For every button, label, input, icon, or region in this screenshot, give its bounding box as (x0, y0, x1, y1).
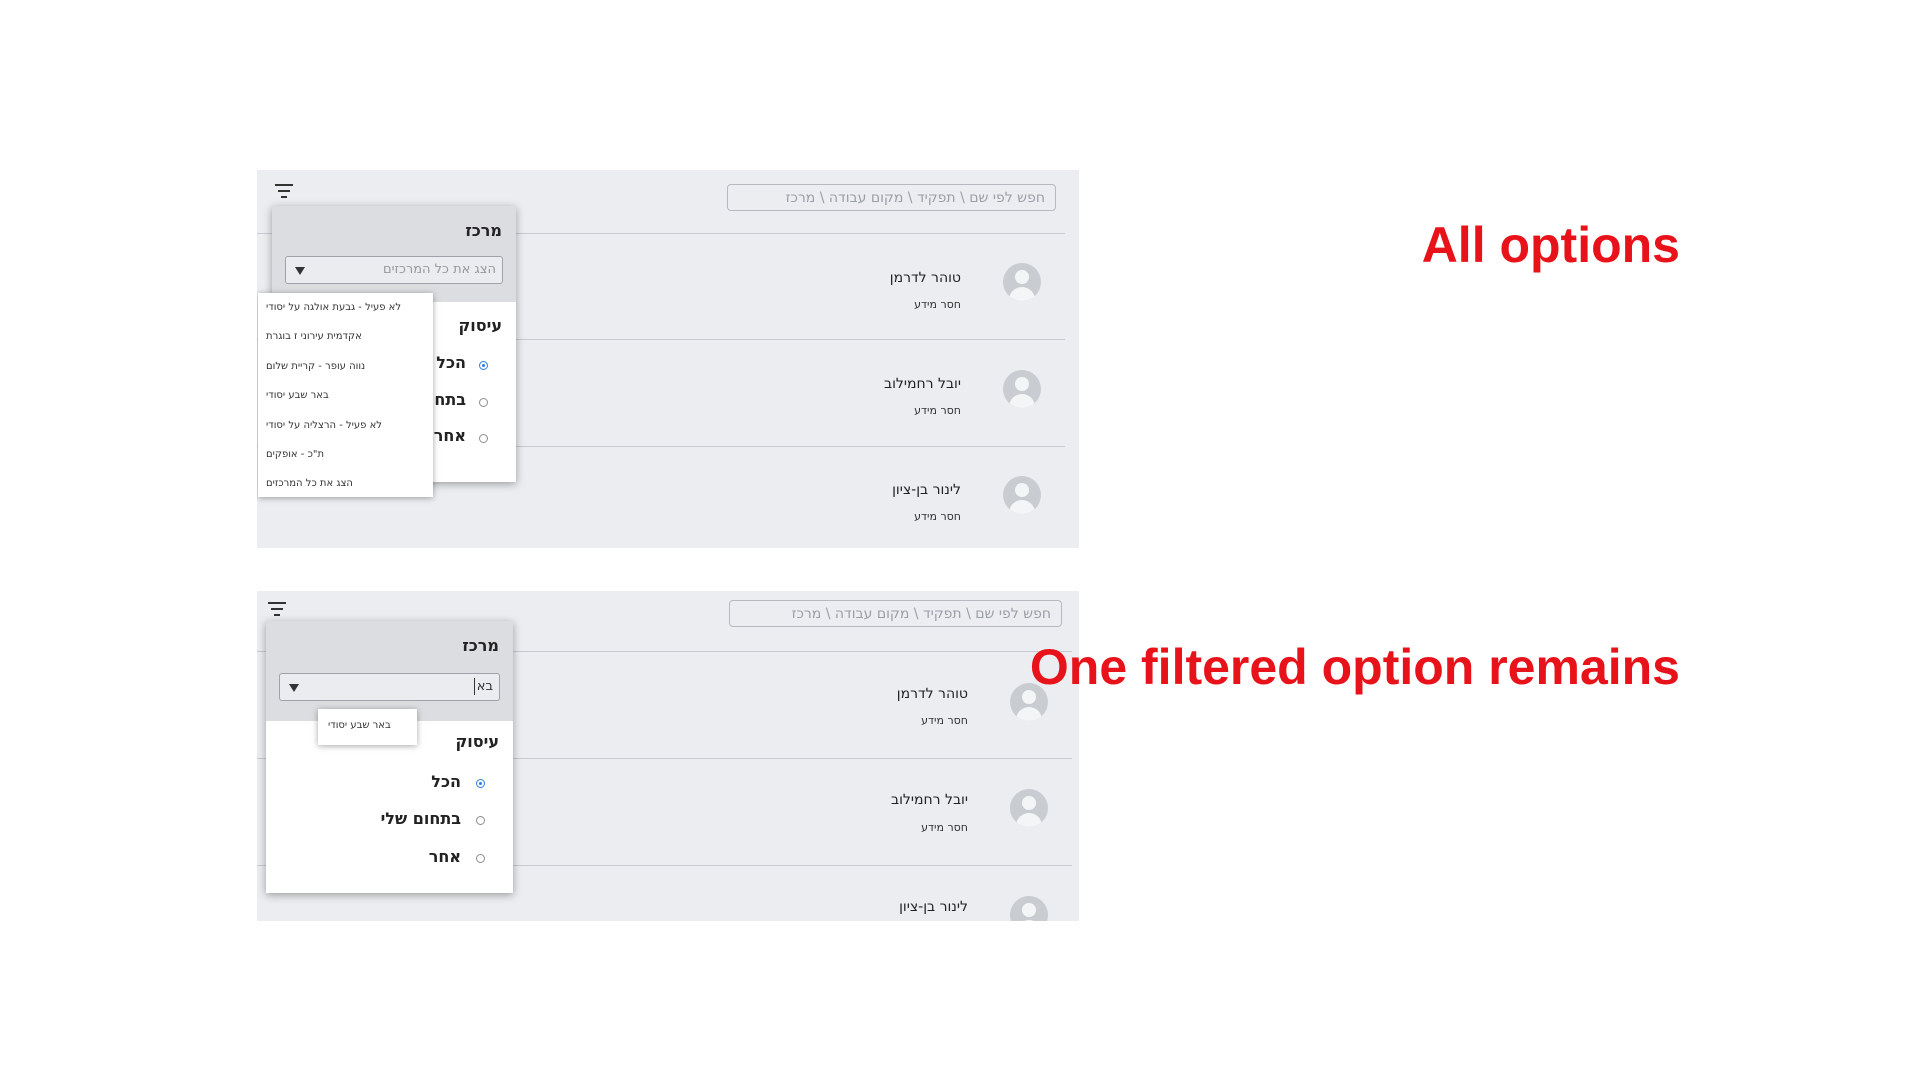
select-placeholder: הצג את כל המרכזים (382, 262, 496, 277)
dropdown-option[interactable]: אקדמית עירוני ז בוגרת (266, 331, 362, 342)
person-status: חסר מידע (914, 404, 961, 417)
person-name: טוהר לדרמן (896, 686, 968, 702)
person-status: חסר מידע (921, 714, 968, 727)
person-name: יובל רחמילוב (884, 376, 961, 392)
dropdown-option[interactable]: ת"כ - אופקים (266, 449, 324, 460)
dropdown-option[interactable]: באר שבע יסודי (266, 390, 329, 401)
avatar (1003, 263, 1041, 301)
person-name: לינור בן-ציון (892, 482, 961, 498)
dropdown-option[interactable]: לא פעיל - גבעת אולגה על יסודי (266, 302, 401, 313)
center-dropdown: באר שבע יסודי (318, 709, 417, 745)
annotation-filtered: One filtered option remains (1029, 639, 1680, 695)
dropdown-option[interactable]: לא פעיל - הרצליה על יסודי (266, 420, 382, 431)
radio-mine[interactable] (476, 816, 485, 825)
radio-all[interactable] (476, 779, 485, 788)
radio-label-other: אחר (433, 426, 466, 445)
person-status: חסר מידע (914, 298, 961, 311)
occupation-title: עיסוק (458, 316, 502, 335)
chevron-down-icon[interactable] (295, 267, 305, 275)
annotation-all-options: All options (1421, 217, 1680, 273)
avatar (1010, 896, 1048, 921)
filter-icon[interactable] (275, 184, 293, 200)
text-cursor (474, 678, 475, 695)
radio-label-other: אחר (428, 847, 461, 866)
radio-mine[interactable] (479, 398, 488, 407)
select-typed-value: בא (476, 679, 493, 694)
radio-all[interactable] (479, 361, 488, 370)
person-status: חסר מידע (921, 821, 968, 834)
filter-panel: מרכז בא עיסוק הכל בתחום שלי אחר (266, 621, 513, 893)
person-name: טוהר לדרמן (889, 270, 961, 286)
screen-filtered: טוהר לדרמן חסר מידע יובל רחמילוב חסר מיד… (257, 591, 1079, 921)
center-title: מרכז (465, 221, 502, 240)
occupation-title: עיסוק (455, 732, 499, 751)
radio-other[interactable] (479, 434, 488, 443)
dropdown-option[interactable]: הצג את כל המרכזים (266, 478, 353, 489)
center-title: מרכז (462, 636, 499, 655)
avatar (1003, 370, 1041, 408)
screen-all-options: טוהר לדרמן חסר מידע יובל רחמילוב חסר מיד… (257, 170, 1079, 548)
dropdown-option[interactable]: נווה עופר - קריית שלום (266, 361, 365, 372)
radio-label-all: הכל (431, 772, 461, 791)
avatar (1010, 789, 1048, 827)
search-input[interactable] (729, 600, 1062, 627)
center-dropdown: לא פעיל - גבעת אולגה על יסודי אקדמית עיר… (258, 293, 433, 497)
search-input[interactable] (727, 184, 1056, 211)
avatar (1003, 476, 1041, 514)
center-select[interactable]: בא (279, 673, 500, 701)
radio-other[interactable] (476, 854, 485, 863)
person-name: יובל רחמילוב (891, 792, 968, 808)
dropdown-option[interactable]: באר שבע יסודי (328, 720, 391, 731)
radio-label-all: הכל (436, 353, 466, 372)
chevron-down-icon[interactable] (289, 684, 299, 692)
center-select[interactable]: הצג את כל המרכזים (285, 256, 503, 284)
radio-label-mine: בתחום שלי (380, 809, 461, 828)
person-name: לינור בן-ציון (899, 899, 968, 915)
person-status: חסר מידע (914, 510, 961, 523)
filter-icon[interactable] (268, 602, 286, 618)
